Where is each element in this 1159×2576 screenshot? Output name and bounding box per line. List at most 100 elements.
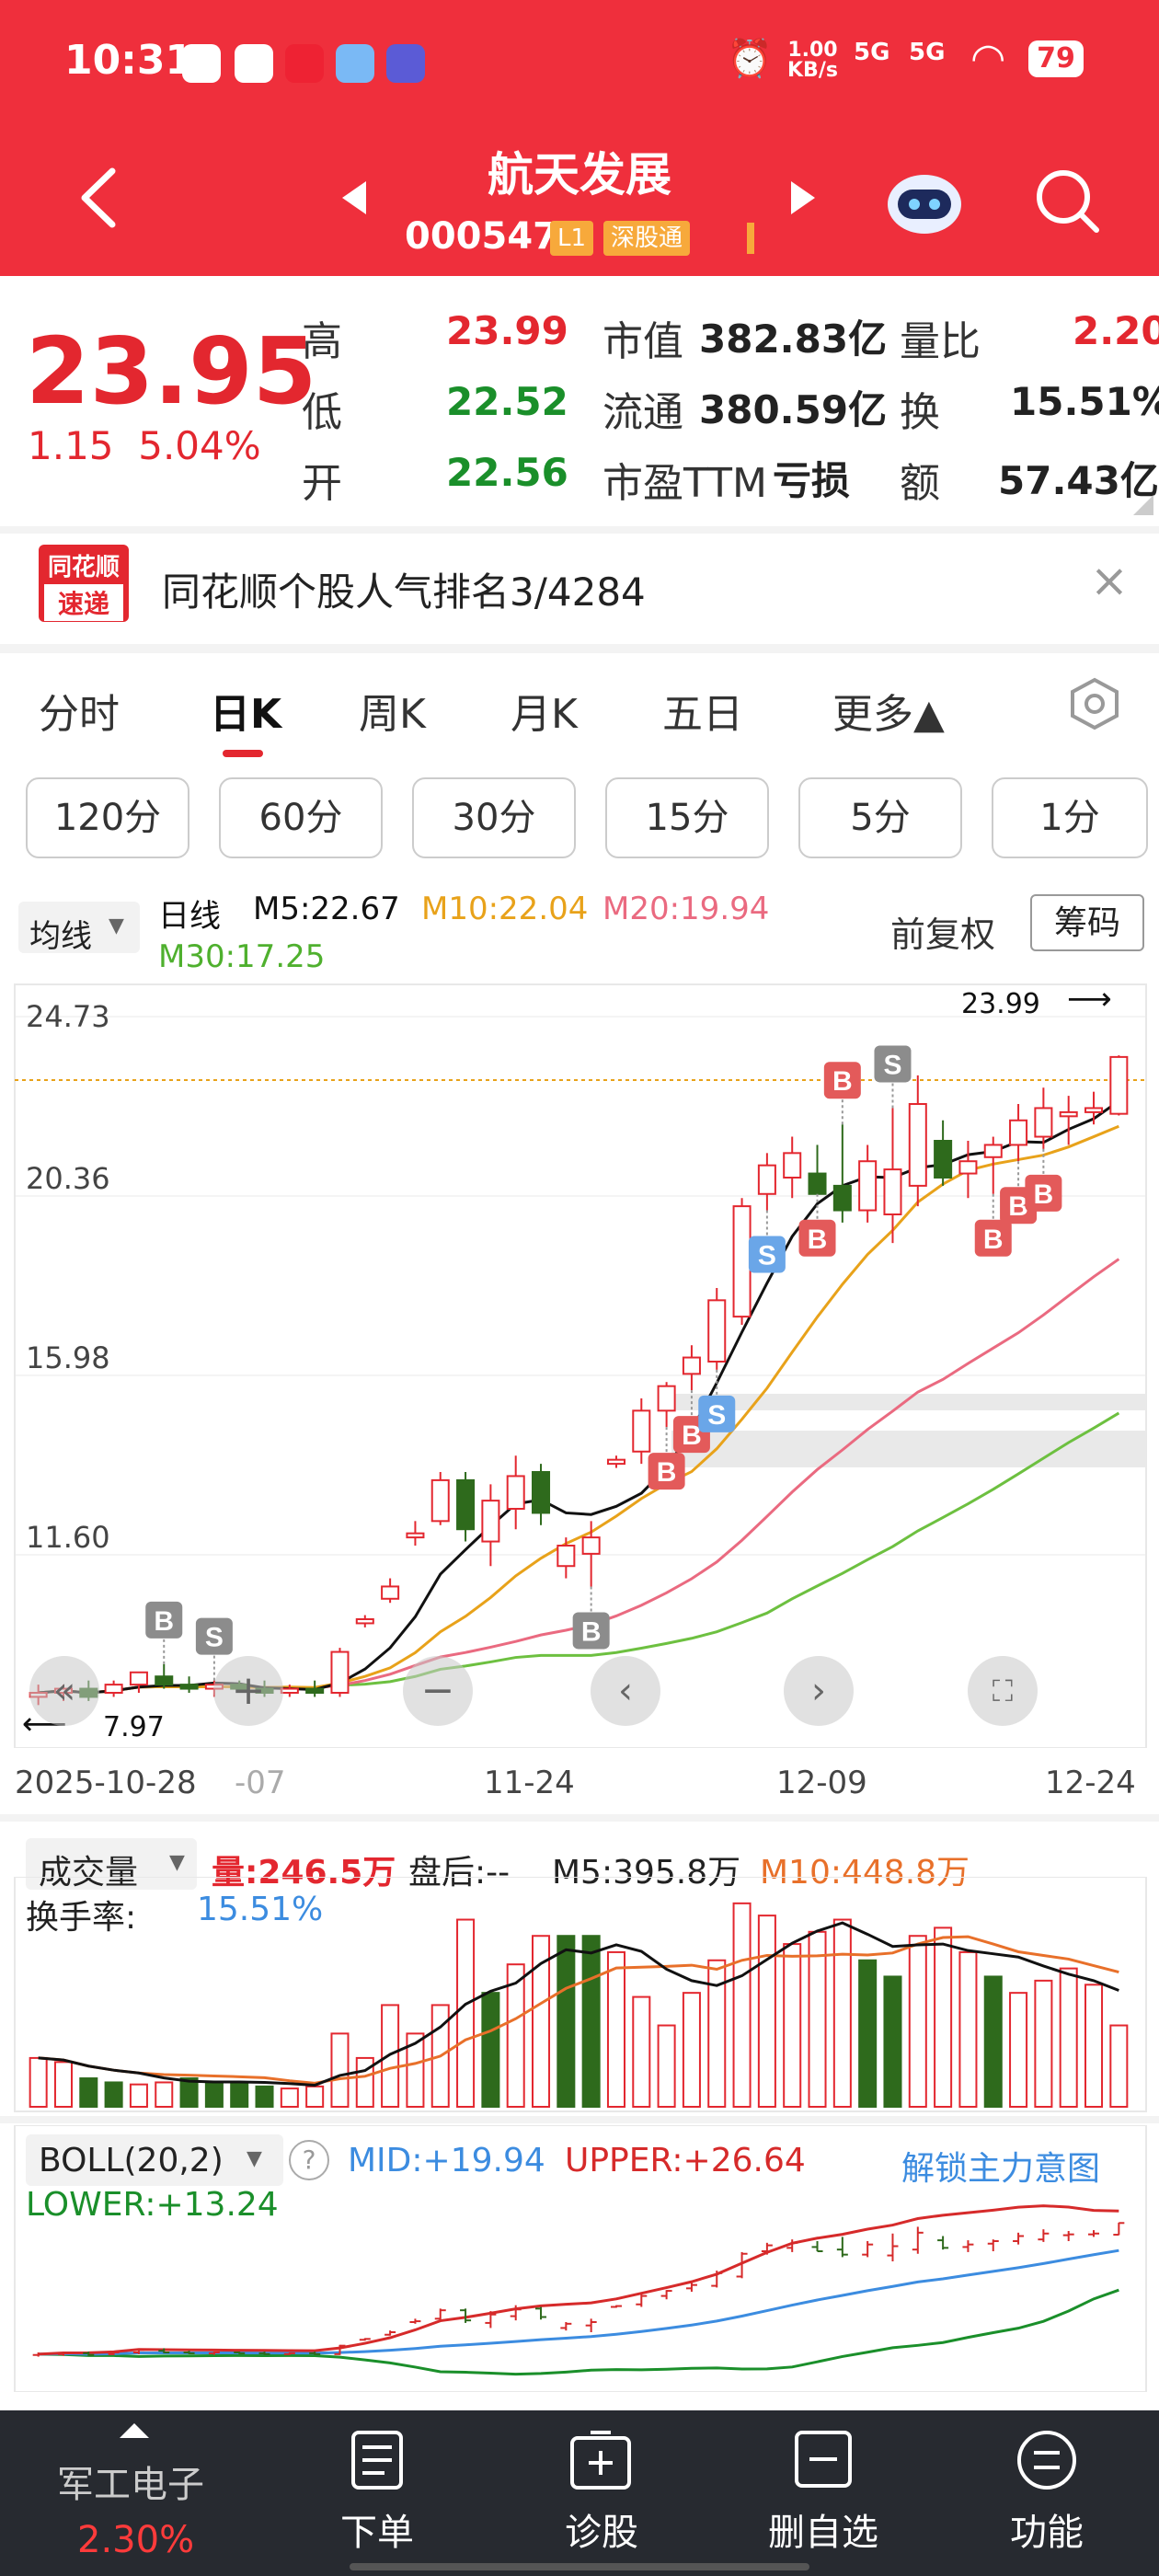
period-5min[interactable]: 5分 <box>798 777 962 858</box>
home-indicator <box>350 2563 809 2570</box>
robot-assistant-icon[interactable] <box>883 164 966 237</box>
divider <box>0 526 1159 534</box>
label-low: 低 <box>302 389 342 436</box>
tab-daily-k[interactable]: 日K <box>210 681 281 740</box>
search-icon[interactable] <box>1032 166 1102 236</box>
volume-bar <box>883 1975 902 2109</box>
adjust-mode[interactable]: 前复权 <box>890 906 995 957</box>
tab-weekly-k[interactable]: 周K <box>359 681 426 740</box>
candle-body <box>732 1205 752 1318</box>
settings-hex-icon[interactable] <box>1067 676 1122 731</box>
candle <box>355 1615 374 1627</box>
value-float: 380.59亿 <box>699 387 888 432</box>
chips-button[interactable]: 筹码 <box>1030 894 1144 951</box>
period-1min[interactable]: 1分 <box>992 777 1148 858</box>
volume-bar <box>958 1950 978 2108</box>
chip-zone <box>671 1431 1146 1467</box>
volume-bar <box>456 1918 476 2108</box>
tab-monthly-k[interactable]: 月K <box>511 681 578 740</box>
candle-body <box>355 1618 374 1625</box>
candle <box>606 1455 625 1468</box>
order-icon[interactable] <box>350 2429 405 2491</box>
ma-selector[interactable]: 均线 ▼ <box>18 902 140 955</box>
candle <box>1109 1055 1129 1116</box>
period-60min[interactable]: 60分 <box>219 777 383 858</box>
volume-bar <box>204 2081 224 2108</box>
value-mktcap: 382.83亿 <box>699 316 888 362</box>
nav-diagnose[interactable]: 诊股 <box>510 2502 694 2556</box>
volume-chart[interactable] <box>0 1877 1159 2116</box>
volume-bar <box>682 1992 701 2108</box>
candle <box>908 1075 927 1207</box>
period-15min[interactable]: 15分 <box>605 777 769 858</box>
candle-body <box>1084 1107 1104 1113</box>
remove-watchlist-icon[interactable] <box>793 2429 854 2490</box>
logo-line2: 速递 <box>44 584 123 621</box>
high-price-mark: 23.99 <box>961 988 1040 1020</box>
zoom-in-button[interactable]: + <box>213 1656 283 1726</box>
boll-chart[interactable] <box>0 2125 1159 2392</box>
period-120min[interactable]: 120分 <box>26 777 189 858</box>
nav-remove-watchlist[interactable]: 删自选 <box>731 2502 915 2556</box>
ohlc-bar <box>1062 2231 1074 2241</box>
candle <box>732 1198 752 1325</box>
sector-name[interactable]: 军工电子 <box>57 2455 204 2508</box>
volume-bar <box>1084 1984 1104 2108</box>
nav-order[interactable]: 下单 <box>285 2502 469 2556</box>
volume-bar <box>1059 1967 1078 2108</box>
sector-change: 2.30% <box>77 2519 195 2561</box>
volume-bar <box>1009 1992 1028 2108</box>
fullscreen-button[interactable]: ⛶ <box>968 1656 1038 1726</box>
ohlc-bar <box>585 2318 597 2332</box>
volume-bar <box>1109 2024 1129 2109</box>
legend-m20: M20:19.94 <box>602 891 770 927</box>
candle <box>104 1680 123 1697</box>
diagnose-icon[interactable] <box>568 2429 633 2491</box>
volume-bar <box>230 2081 249 2108</box>
scroll-right-button[interactable]: › <box>784 1656 854 1726</box>
candle-body <box>606 1458 625 1466</box>
status-time: 10:31 <box>64 37 194 84</box>
chevron-down-icon: ▼ <box>109 914 124 937</box>
buy-marker: B <box>145 1601 183 1664</box>
y-axis-label: 24.73 <box>26 999 110 1034</box>
candle-body <box>280 1687 299 1694</box>
candle-body <box>757 1164 776 1195</box>
tab-intraday[interactable]: 分时 <box>39 681 120 740</box>
scroll-left-button[interactable]: ‹ <box>591 1656 660 1726</box>
chevron-up-icon[interactable] <box>118 2421 151 2440</box>
net-speed-unit: KB/s <box>787 59 838 82</box>
low-price-mark: 7.97 <box>103 1711 165 1743</box>
ohlc-bar <box>660 2290 672 2300</box>
next-stock-icon[interactable] <box>789 179 817 216</box>
function-icon[interactable] <box>1016 2429 1078 2491</box>
tab-five-day[interactable]: 五日 <box>662 681 743 740</box>
news-banner[interactable]: 同花顺 速递 同花顺个股人气排名3/4284 × <box>0 534 1159 644</box>
volume-bar <box>129 2083 148 2109</box>
ohlc-bar <box>836 2237 848 2258</box>
date-label: 2025-10-28 <box>15 1765 197 1801</box>
period-30min[interactable]: 30分 <box>412 777 576 858</box>
tab-more[interactable]: 更多▲ <box>832 681 945 740</box>
stock-code: 000547 <box>405 215 558 258</box>
candle-body <box>430 1478 450 1523</box>
prev-stock-icon[interactable] <box>340 179 368 216</box>
market-badge: 深股通 <box>603 221 691 256</box>
expand-corner-icon[interactable] <box>1133 495 1153 515</box>
label-turnover: 换 <box>900 389 940 436</box>
candle <box>506 1455 525 1530</box>
volume-bar <box>280 2087 299 2109</box>
zoom-out-button[interactable]: − <box>403 1656 473 1726</box>
candle-body <box>1034 1107 1053 1138</box>
kline-chart[interactable]: BS BBBSSBBSBB B <box>0 975 1159 1748</box>
candle-body <box>406 1532 425 1539</box>
candle-body <box>481 1500 500 1543</box>
nav-function[interactable]: 功能 <box>955 2502 1139 2556</box>
scroll-start-button[interactable]: « <box>29 1656 99 1726</box>
y-axis-label: 15.98 <box>26 1340 110 1375</box>
candle-body <box>532 1471 551 1514</box>
candle <box>832 1124 852 1223</box>
close-icon[interactable]: × <box>1090 554 1129 607</box>
volume-bar <box>757 1915 776 2108</box>
marker-label: B <box>983 1225 1004 1255</box>
